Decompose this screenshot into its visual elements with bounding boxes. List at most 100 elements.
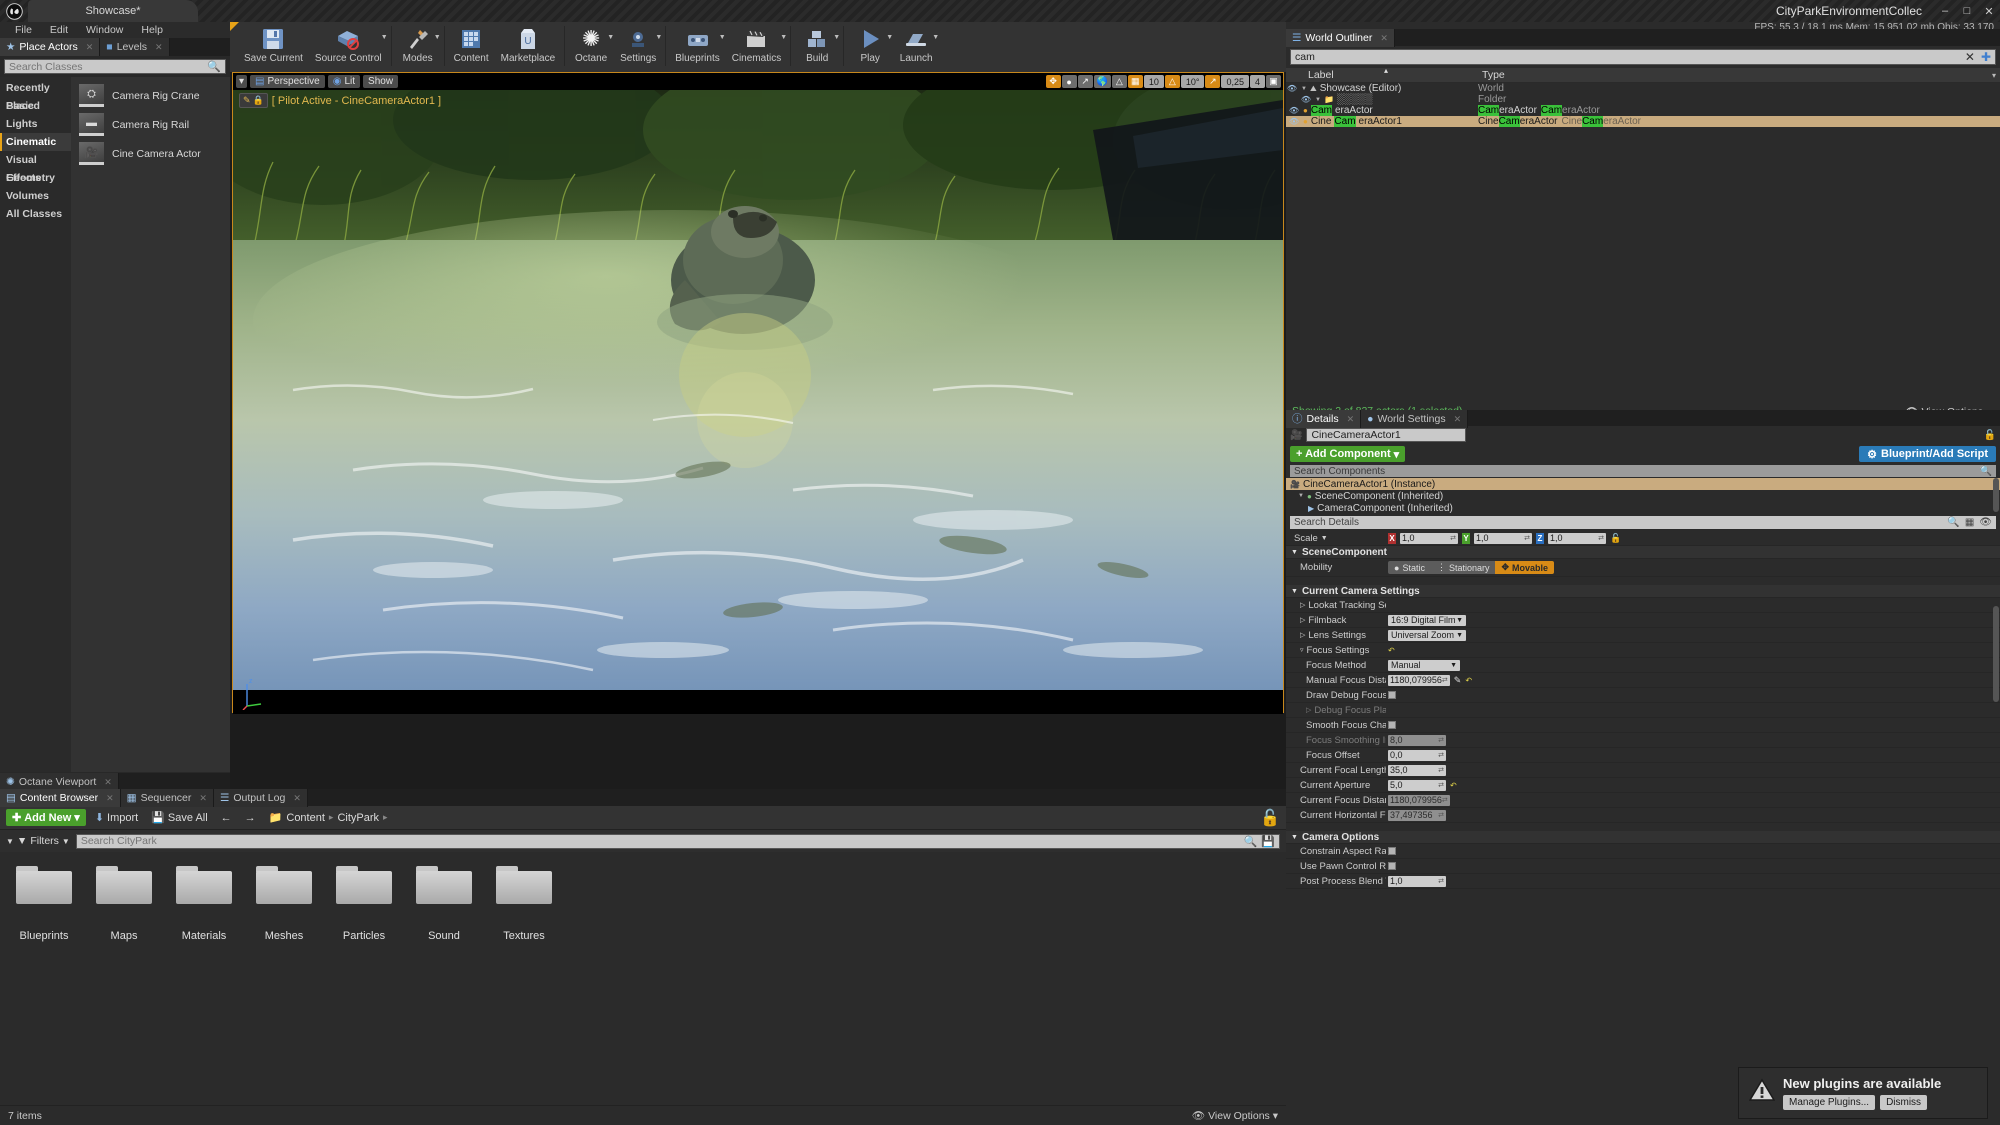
toolbar-marketplace[interactable]: U Marketplace bbox=[495, 22, 561, 64]
component-row[interactable]: 🎥 CineCameraActor1 (Instance) bbox=[1286, 478, 2000, 490]
section-scene-component[interactable]: ▼ SceneComponent bbox=[1286, 546, 2000, 559]
reset-icon[interactable]: ↶ bbox=[1388, 646, 1395, 655]
scale-x-input[interactable]: 1,0 ⇄ bbox=[1400, 532, 1458, 544]
use-pawn-control-rotation-checkbox[interactable] bbox=[1388, 862, 1396, 870]
content-browser-search[interactable]: 🔍 💾 bbox=[75, 833, 1280, 849]
tab-output-log[interactable]: ☰ Output Log ✕ bbox=[213, 789, 308, 807]
close-icon[interactable]: ✕ bbox=[293, 793, 301, 804]
eye-icon[interactable]: 👁 bbox=[1288, 106, 1300, 115]
tab-levels[interactable]: ■ Levels ✕ bbox=[100, 38, 170, 56]
expander-icon[interactable]: ▷ bbox=[1300, 616, 1305, 624]
add-actor-icon[interactable]: ✚ bbox=[1981, 50, 1991, 64]
maximize-viewport-icon[interactable]: ▣ bbox=[1266, 75, 1281, 88]
manage-plugins-button[interactable]: Manage Plugins... bbox=[1783, 1095, 1876, 1110]
pilot-eject-button[interactable]: ✎ 🔒 bbox=[239, 93, 268, 108]
close-icon[interactable]: ✕ bbox=[199, 793, 207, 804]
folder-maps[interactable]: Maps bbox=[94, 866, 154, 942]
current-focal-length-input[interactable]: 35,0 ⇄ bbox=[1388, 764, 1446, 776]
search-classes-input[interactable]: 🔍 bbox=[4, 59, 226, 74]
save-all-button[interactable]: 💾 Save All bbox=[147, 811, 211, 825]
close-icon[interactable]: ✕ bbox=[1380, 33, 1388, 44]
chevron-down-icon[interactable]: ▼ bbox=[434, 34, 441, 41]
tab-content-browser[interactable]: ▤ Content Browser ✕ bbox=[0, 789, 121, 807]
angle-snap-icon[interactable]: △ bbox=[1164, 75, 1180, 88]
component-tree-scrollbar[interactable] bbox=[1993, 478, 1999, 512]
expander-icon[interactable]: ▷ bbox=[1306, 706, 1311, 714]
viewport-options-menu[interactable]: ▾ bbox=[236, 75, 248, 88]
blueprint-add-script-button[interactable]: ⚙ Blueprint/Add Script bbox=[1859, 446, 1996, 462]
breadcrumb-content[interactable]: Content bbox=[286, 812, 325, 824]
section-current-camera-settings[interactable]: ▼ Current Camera Settings bbox=[1286, 585, 2000, 598]
current-aperture-input[interactable]: 5,0 ⇄ bbox=[1388, 779, 1446, 791]
lock-icon[interactable]: 🔓 bbox=[1260, 808, 1280, 828]
scale-snap-icon[interactable]: ↗ bbox=[1205, 75, 1221, 88]
tab-details[interactable]: ⓘ Details ✕ bbox=[1286, 410, 1362, 428]
close-icon[interactable]: ✕ bbox=[106, 793, 114, 804]
content-browser-search-input[interactable] bbox=[80, 835, 1244, 847]
filmback-combo[interactable]: 16:9 Digital Film ▼ bbox=[1388, 614, 1466, 626]
folder-meshes[interactable]: Meshes bbox=[254, 866, 314, 942]
add-new-button[interactable]: ✚ Add New ▾ bbox=[6, 809, 86, 826]
close-icon[interactable]: ✕ bbox=[155, 42, 163, 53]
component-row[interactable]: ▼ ● SceneComponent (Inherited) bbox=[1286, 490, 2000, 502]
breadcrumb-citypark[interactable]: CityPark bbox=[337, 812, 379, 824]
actor-name-input[interactable] bbox=[1306, 428, 1467, 442]
spinner-icon[interactable]: ⇄ bbox=[1438, 766, 1444, 774]
menu-window[interactable]: Window bbox=[77, 22, 132, 38]
view-settings-icon[interactable]: 💾 bbox=[1261, 835, 1275, 848]
details-scrollbar[interactable] bbox=[1993, 606, 1999, 702]
close-icon[interactable]: ✕ bbox=[86, 42, 94, 53]
scale-z-input[interactable]: 1,0 ⇄ bbox=[1548, 532, 1606, 544]
reset-icon[interactable]: ↶ bbox=[1465, 676, 1472, 685]
world-outliner-search-input[interactable] bbox=[1295, 51, 1965, 63]
toolbar-modes[interactable]: Modes ▼ bbox=[395, 22, 441, 64]
menu-edit[interactable]: Edit bbox=[41, 22, 77, 38]
folder-sound[interactable]: Sound bbox=[414, 866, 474, 942]
spinner-icon[interactable]: ⇄ bbox=[1524, 534, 1530, 542]
constrain-aspect-ratio-checkbox[interactable] bbox=[1388, 847, 1396, 855]
close-button[interactable]: ✕ bbox=[1978, 0, 2000, 22]
toolbar-cinematics[interactable]: Cinematics ▼ bbox=[726, 22, 787, 64]
focus-offset-input[interactable]: 0,0 ⇄ bbox=[1388, 749, 1446, 761]
chevron-down-icon[interactable]: ▼ bbox=[607, 34, 614, 41]
chevron-down-icon[interactable]: ▼ bbox=[932, 34, 939, 41]
spinner-icon[interactable]: ⇄ bbox=[1438, 877, 1444, 885]
minimize-button[interactable]: – bbox=[1934, 0, 1956, 22]
expander-icon[interactable]: ▼ bbox=[1315, 97, 1321, 103]
category-cinematic[interactable]: Cinematic bbox=[0, 133, 71, 151]
camera-speed-value[interactable]: 4 bbox=[1249, 75, 1265, 88]
focus-method-combo[interactable]: Manual ▼ bbox=[1388, 659, 1460, 671]
table-row[interactable]: 👁 ● Cine Cam eraActor1 CineCameraActor Cin… bbox=[1286, 116, 2000, 127]
import-button[interactable]: ⬇ Import bbox=[91, 811, 142, 825]
search-classes-field[interactable] bbox=[9, 60, 208, 73]
manual-focus-distance-input[interactable]: 1180,079956 ⇄ bbox=[1388, 674, 1450, 686]
viewport-viewmode-button[interactable]: ◉ Lit bbox=[327, 75, 361, 88]
viewport-perspective-button[interactable]: ▤ Perspective bbox=[250, 75, 325, 88]
dismiss-button[interactable]: Dismiss bbox=[1880, 1095, 1928, 1110]
tab-world-settings[interactable]: ● World Settings ✕ bbox=[1361, 410, 1469, 428]
chevron-down-icon[interactable]: ▼ bbox=[655, 34, 662, 41]
chevron-down-icon[interactable]: ▼ bbox=[719, 34, 726, 41]
category-geometry[interactable]: Geometry bbox=[0, 169, 71, 187]
chevron-down-icon[interactable]: ▼ bbox=[1321, 535, 1328, 542]
component-row[interactable]: ▶ CameraComponent (Inherited) bbox=[1286, 502, 2000, 514]
toolbar-play[interactable]: Play ▼ bbox=[847, 22, 893, 64]
actor-camera-rig-rail[interactable]: ▬ Camera Rig Rail bbox=[71, 110, 230, 139]
tab-sequencer[interactable]: ▦ Sequencer ✕ bbox=[120, 789, 214, 807]
level-viewport[interactable]: z ▾ ▤ Perspective ◉ Lit Show ✥ ● ↗ 🌎 △ ▦… bbox=[232, 72, 1284, 714]
forward-arrow-icon[interactable]: → bbox=[241, 812, 260, 824]
folder-blueprints[interactable]: Blueprints bbox=[14, 866, 74, 942]
scale-y-input[interactable]: 1,0 ⇄ bbox=[1474, 532, 1532, 544]
toolbar-launch[interactable]: Launch ▼ bbox=[893, 22, 939, 64]
scale-snap-value[interactable]: 0,25 bbox=[1221, 75, 1249, 88]
smooth-focus-changes-checkbox[interactable] bbox=[1388, 721, 1396, 729]
viewport-show-button[interactable]: Show bbox=[363, 75, 399, 88]
surface-snap-icon[interactable]: △ bbox=[1111, 75, 1127, 88]
close-icon[interactable]: ✕ bbox=[1347, 414, 1355, 425]
maximize-button[interactable]: □ bbox=[1956, 0, 1978, 22]
add-component-button[interactable]: + Add Component ▾ bbox=[1290, 446, 1406, 462]
chevron-down-icon[interactable]: ▼ bbox=[780, 34, 787, 41]
grid-snap-icon[interactable]: ▦ bbox=[1127, 75, 1143, 88]
table-row[interactable]: 👁 ● Cam eraActor CameraActor CameraActor bbox=[1286, 105, 2000, 116]
post-process-blend-weight-input[interactable]: 1,0 ⇄ bbox=[1388, 875, 1446, 887]
